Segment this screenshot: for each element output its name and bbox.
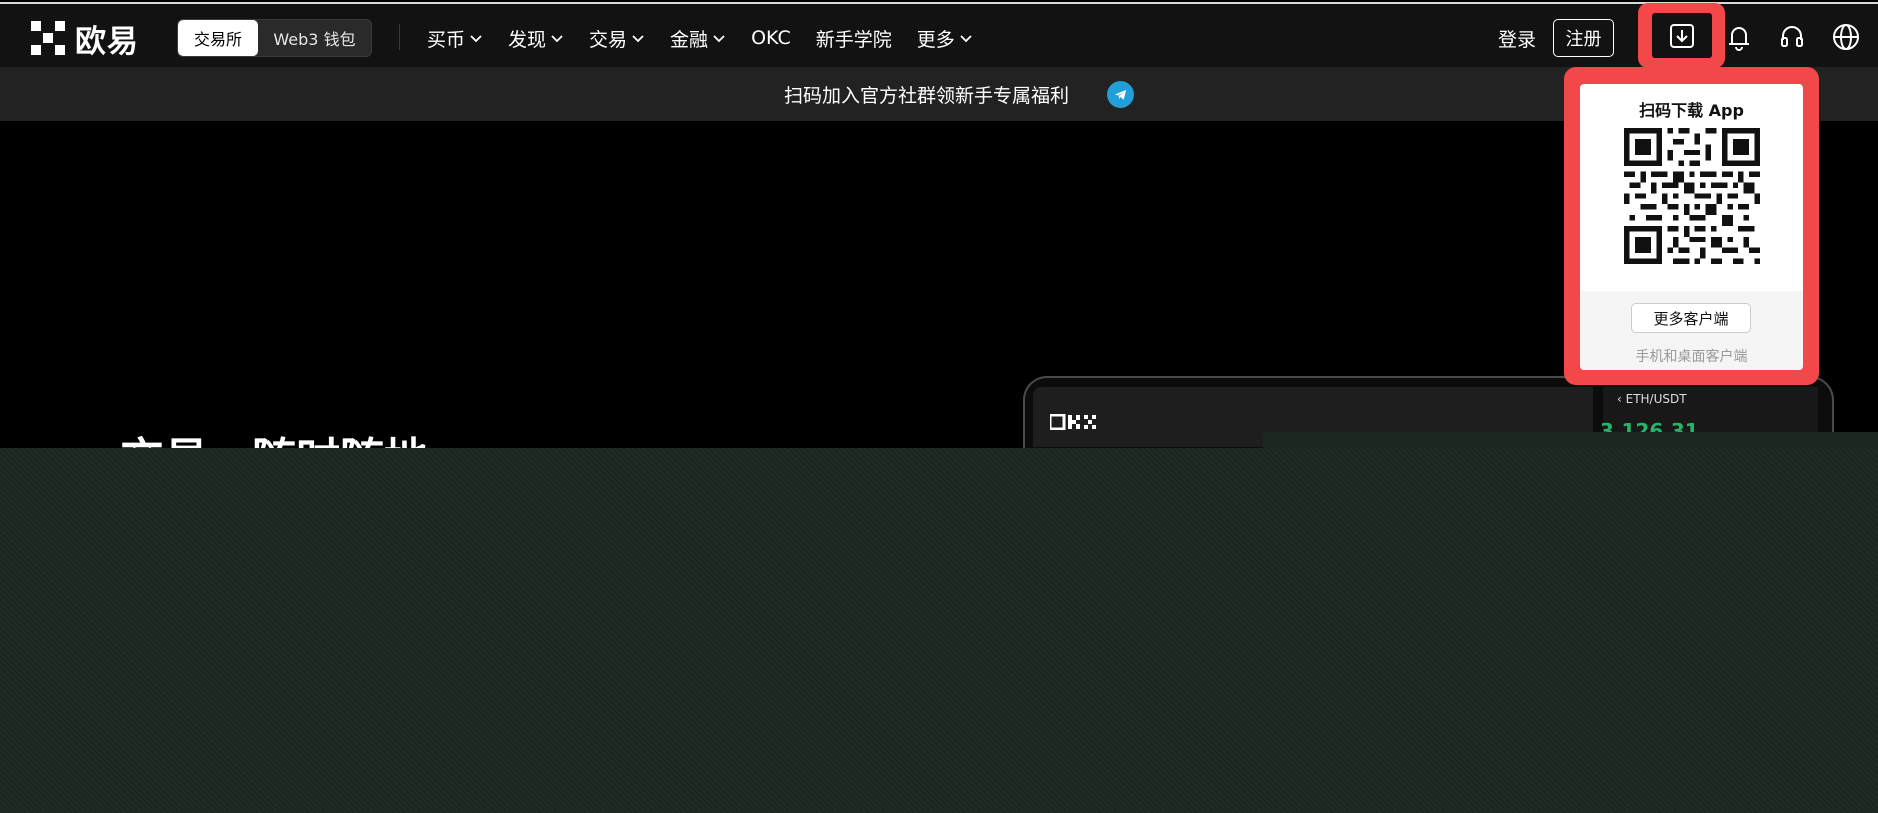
nav-okc[interactable]: OKC	[751, 27, 791, 49]
nav-more[interactable]: 更多	[917, 25, 973, 52]
tab-exchange[interactable]: 交易所	[178, 20, 258, 56]
popup-subtitle: 手机和桌面客户端	[1635, 349, 1748, 365]
chevron-down-icon	[470, 35, 482, 43]
nav-buy-crypto[interactable]: 买币	[427, 25, 483, 52]
download-card: 扫码下载 App 更多客户端 手机和桌面客户端	[1580, 84, 1803, 370]
qr-code	[1624, 128, 1760, 264]
top-navigation-bar: 欧易 交易所 Web3 钱包 买币 发现 交易 金融 OKC 新手学院 更多 登…	[0, 2, 1878, 67]
page-overlay	[1263, 432, 1878, 448]
download-app-button[interactable]	[1638, 3, 1725, 68]
nav-discover[interactable]: 发现	[508, 25, 564, 52]
okx-logo-icon	[31, 21, 65, 55]
telegram-icon[interactable]	[1107, 80, 1134, 108]
popup-title: 扫码下载 App	[1639, 101, 1744, 120]
headset-icon[interactable]	[1777, 22, 1807, 56]
main-nav: 买币 发现 交易 金融 OKC 新手学院 更多	[427, 20, 998, 56]
chevron-down-icon	[551, 35, 563, 43]
okx-preview-logo	[1048, 413, 1100, 434]
login-link[interactable]: 登录	[1498, 19, 1536, 57]
bell-icon[interactable]	[1724, 22, 1754, 56]
signup-button[interactable]: 注册	[1553, 19, 1614, 57]
okx-logo[interactable]: 欧易	[31, 20, 139, 60]
download-icon	[1669, 23, 1694, 48]
banner-text: 扫码加入官方社群领新手专属福利	[783, 84, 1069, 107]
chevron-down-icon	[713, 35, 725, 43]
hero-title: 交易，随时随地	[120, 430, 428, 448]
nav-trade[interactable]: 交易	[589, 25, 645, 52]
product-switcher: 交易所 Web3 钱包	[177, 19, 372, 57]
tab-web3-wallet[interactable]: Web3 钱包	[258, 20, 371, 56]
page-overlay	[0, 448, 1878, 813]
globe-icon[interactable]	[1831, 22, 1861, 56]
nav-academy[interactable]: 新手学院	[816, 25, 892, 52]
more-clients-button[interactable]: 更多客户端	[1631, 303, 1751, 333]
nav-finance[interactable]: 金融	[670, 25, 726, 52]
brand-name: 欧易	[75, 23, 139, 60]
nav-divider	[399, 24, 400, 50]
download-app-popup: 扫码下载 App 更多客户端 手机和桌面客户端	[1564, 67, 1819, 385]
chevron-down-icon	[960, 35, 972, 43]
pair-label: ‹ ETH/USDT	[1617, 392, 1687, 406]
chevron-down-icon	[632, 35, 644, 43]
